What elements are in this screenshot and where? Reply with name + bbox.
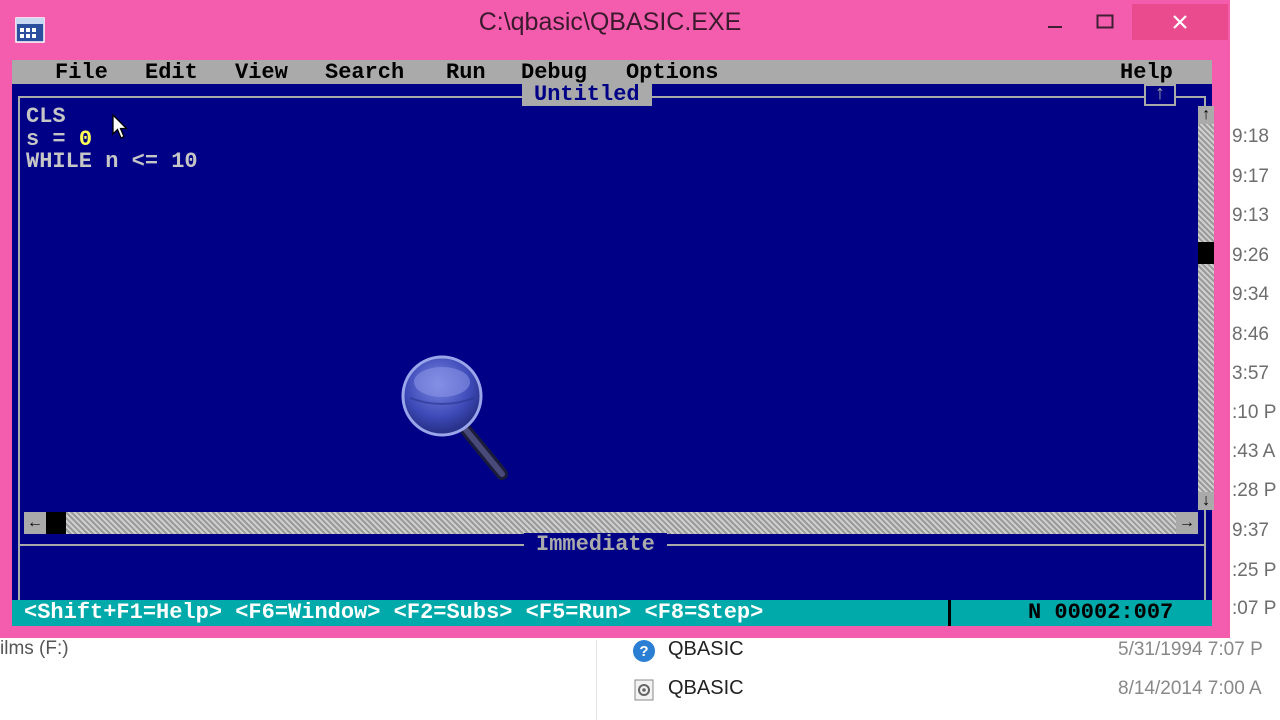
magnifier-icon[interactable] bbox=[398, 352, 514, 484]
file-row-qbasic-config[interactable]: QBASIC 8/14/2014 7:00 A bbox=[630, 675, 1280, 705]
explorer-time-label: :43 A bbox=[1232, 441, 1276, 462]
horizontal-scroll-thumb[interactable] bbox=[46, 512, 66, 534]
explorer-time-label: 9:34 bbox=[1232, 284, 1269, 305]
menu-bar: File Edit View Search Run Debug Options … bbox=[12, 60, 1212, 85]
explorer-time-label: 9:17 bbox=[1232, 166, 1269, 187]
menu-help[interactable]: Help bbox=[1120, 60, 1173, 85]
immediate-title: Immediate bbox=[524, 533, 667, 557]
menu-view[interactable]: View bbox=[235, 60, 288, 85]
status-bar: <Shift+F1=Help> <F6=Window> <F2=Subs> <F… bbox=[12, 600, 1212, 626]
explorer-date-column: ied bbox=[1230, 0, 1280, 640]
file-name: QBASIC bbox=[668, 677, 744, 699]
explorer-time-label: :10 P bbox=[1232, 402, 1277, 423]
file-date: 8/14/2014 7:00 A bbox=[1118, 678, 1262, 699]
scroll-right-arrow-icon[interactable]: → bbox=[1176, 512, 1198, 534]
drive-label[interactable]: ilms (F:) bbox=[0, 638, 69, 660]
scroll-down-arrow-icon[interactable]: ↓ bbox=[1198, 492, 1214, 510]
maximize-arrow-icon: ↑ bbox=[1153, 83, 1166, 106]
explorer-time-label: 9:26 bbox=[1232, 245, 1269, 266]
config-file-icon bbox=[634, 679, 654, 701]
minimize-icon bbox=[1048, 26, 1062, 28]
text-cursor-char: 0 bbox=[78, 126, 93, 152]
immediate-border-right bbox=[1204, 546, 1206, 604]
explorer-time-label: 9:37 bbox=[1232, 520, 1269, 541]
editor-maximize-button[interactable]: ↑ bbox=[1144, 84, 1176, 106]
screen: ied 9:18 9:17 9:13 9:26 9:34 8:46 3:57 :10 P :43… bbox=[0, 0, 1280, 720]
scroll-up-arrow-icon[interactable]: ↑ bbox=[1198, 106, 1214, 124]
horizontal-scrollbar[interactable]: ← → bbox=[24, 512, 1198, 534]
explorer-time-label: :25 P bbox=[1232, 560, 1277, 581]
file-date: 5/31/1994 7:07 P bbox=[1118, 639, 1263, 660]
minimize-button[interactable] bbox=[1032, 4, 1078, 40]
menu-debug[interactable]: Debug bbox=[521, 60, 587, 85]
mouse-pointer-icon bbox=[112, 114, 128, 139]
vertical-scroll-thumb[interactable] bbox=[1198, 242, 1214, 264]
file-name: QBASIC bbox=[668, 638, 744, 660]
explorer-time-label: 9:18 bbox=[1232, 126, 1269, 147]
status-separator bbox=[948, 600, 951, 626]
menu-options[interactable]: Options bbox=[626, 60, 718, 85]
explorer-pane-divider bbox=[596, 640, 597, 720]
help-file-icon: ? bbox=[633, 640, 655, 662]
maximize-button[interactable] bbox=[1082, 4, 1128, 40]
vertical-scrollbar[interactable]: ↑ ↓ bbox=[1198, 106, 1214, 510]
dos-console: File Edit View Search Run Debug Options … bbox=[12, 60, 1214, 626]
explorer-time-label: 9:13 bbox=[1232, 205, 1269, 226]
menu-edit[interactable]: Edit bbox=[145, 60, 198, 85]
close-button[interactable] bbox=[1132, 4, 1228, 40]
file-row-qbasic-help[interactable]: ? QBASIC 5/31/1994 7:07 P bbox=[630, 636, 1280, 666]
scroll-left-arrow-icon[interactable]: ← bbox=[24, 512, 46, 534]
menu-file[interactable]: File bbox=[55, 60, 108, 85]
svg-text:?: ? bbox=[639, 643, 648, 660]
qbasic-window: C:\qbasic\QBASIC.EXE File Edit View Sear… bbox=[0, 0, 1230, 638]
menu-search[interactable]: Search bbox=[325, 60, 404, 85]
explorer-time-label: 3:57 bbox=[1232, 363, 1269, 384]
explorer-time-label: :28 P bbox=[1232, 480, 1277, 501]
explorer-time-label: :07 P bbox=[1232, 598, 1277, 619]
cursor-position: N 00002:007 bbox=[1028, 600, 1174, 625]
code-line: WHILE n <= 10 bbox=[26, 149, 198, 174]
status-shortcuts[interactable]: <Shift+F1=Help> <F6=Window> <F2=Subs> <F… bbox=[24, 600, 763, 626]
editor-title: Untitled bbox=[522, 84, 652, 106]
maximize-icon bbox=[1096, 14, 1114, 29]
immediate-border-left bbox=[18, 546, 20, 604]
explorer-time-label: 8:46 bbox=[1232, 324, 1269, 345]
menu-run[interactable]: Run bbox=[446, 60, 486, 85]
close-icon bbox=[1173, 15, 1187, 29]
